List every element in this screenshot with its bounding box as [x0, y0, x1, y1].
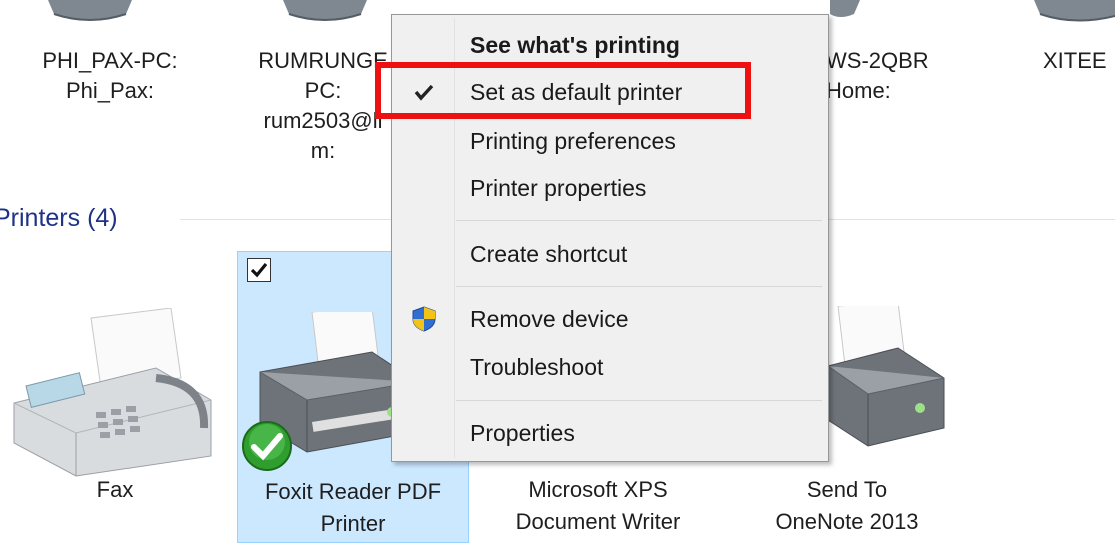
menu-separator — [456, 286, 822, 287]
menu-item-printing-preferences[interactable]: Printing preferences — [394, 120, 826, 162]
selection-checkbox[interactable] — [247, 258, 271, 282]
checkmark-icon — [250, 262, 268, 278]
printer-icon — [828, 306, 945, 447]
network-computer-label[interactable]: PHI_PAX-PC: Phi_Pax: — [40, 46, 180, 106]
menu-separator — [456, 220, 822, 221]
fax-icon — [13, 308, 212, 477]
printers-group-header[interactable]: Printers (4) — [0, 200, 118, 236]
menu-item-printer-properties[interactable]: Printer properties — [394, 167, 826, 209]
menu-item-properties[interactable]: Properties — [394, 412, 826, 454]
annotation-highlight-box — [375, 62, 751, 119]
computer-icon[interactable] — [830, 0, 870, 30]
menu-item-create-shortcut[interactable]: Create shortcut — [394, 233, 826, 275]
computer-icon[interactable] — [1030, 0, 1115, 30]
menu-item-troubleshoot[interactable]: Troubleshoot — [394, 346, 826, 388]
computer-icon[interactable] — [40, 0, 140, 30]
menu-item-remove-device[interactable]: Remove device — [394, 298, 826, 340]
computer-icon[interactable] — [275, 0, 375, 30]
menu-item-see-whats-printing[interactable]: See what's printing — [394, 24, 826, 66]
uac-shield-icon — [412, 306, 436, 332]
default-printer-check-icon — [242, 421, 292, 471]
network-computer-label[interactable]: XITEE — [1043, 46, 1115, 76]
menu-separator — [456, 400, 822, 401]
printer-tile-fax[interactable]: Fax — [0, 250, 230, 540]
network-computer-label[interactable]: WS-2QBR Home: — [826, 46, 966, 106]
